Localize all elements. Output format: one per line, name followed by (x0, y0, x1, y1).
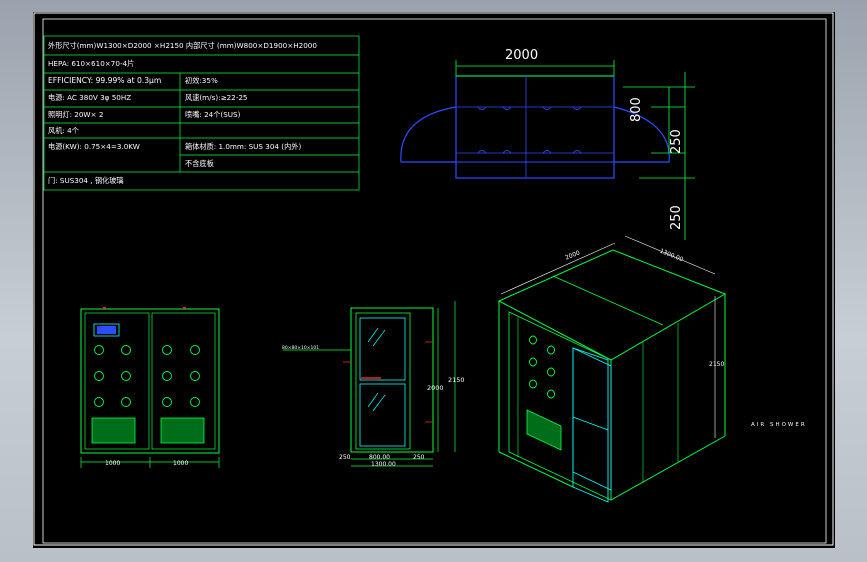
inner-border (42, 18, 827, 544)
top-view-dim-800: 800 (629, 97, 644, 122)
front-view (80, 307, 220, 468)
drawing-sheet: 外形尺寸(mm)W1300×D2000 ×H2150 内部尺寸 (mm)W800… (33, 12, 835, 548)
spec-row-power-supply: 电源: AC 380V 3φ 50HZ (48, 93, 132, 102)
spec-row-material: 箱体材质: 1.0mm: SUS 304 (内外) (185, 142, 302, 151)
cad-drawing-svg (33, 12, 834, 546)
side-view-height-outer: 2150 (448, 376, 465, 384)
spec-row-air-speed: 风速(m/s):≥22-25 (185, 93, 248, 102)
side-view-height-inner: 2000 (427, 384, 444, 392)
sheet-border (33, 12, 834, 546)
spec-row-door: 门: SUS304 , 钢化玻璃 (48, 176, 124, 185)
top-view-dim-250b: 250 (669, 205, 684, 230)
iso-nozzles (529, 335, 555, 399)
spec-row-efficiency: EFFICIENCY: 99.99% at 0.3μm (48, 76, 162, 85)
side-view-dim-bottom-right: 250 (413, 454, 425, 461)
spec-row-power-kw: 电源(KW): 0.75×4=3.0KW (48, 142, 140, 151)
spec-row-dimensions: 外形尺寸(mm)W1300×D2000 ×H2150 内部尺寸 (mm)W800… (48, 41, 317, 50)
front-view-dim-right: 1000 (173, 460, 189, 467)
spec-row-nozzles: 喷嘴: 24个(SUS) (185, 110, 241, 119)
spec-row-prefilter: 初效:35% (185, 76, 218, 85)
side-view-dim-total: 1300.00 (371, 461, 396, 468)
isometric-view (497, 235, 727, 503)
drawing-caption: AIR SHOWER (751, 422, 807, 428)
top-view-dim-250a: 250 (669, 129, 684, 154)
side-view-dim-bottom-left: 250 (339, 454, 351, 461)
top-view (400, 60, 695, 240)
spec-row-hepa: HEPA: 610×610×70-4片 (48, 59, 135, 68)
front-nozzles (94, 345, 200, 407)
side-view-dim-bottom-mid: 800.00 (369, 454, 390, 461)
side-view-callout: 80×80×10×101 (282, 346, 320, 351)
spec-row-no-base: 不含底板 (185, 159, 214, 168)
iso-dim-height: 2150 (709, 361, 725, 368)
top-view-width-dim: 2000 (505, 48, 539, 63)
front-view-dim-left: 1000 (105, 460, 121, 467)
